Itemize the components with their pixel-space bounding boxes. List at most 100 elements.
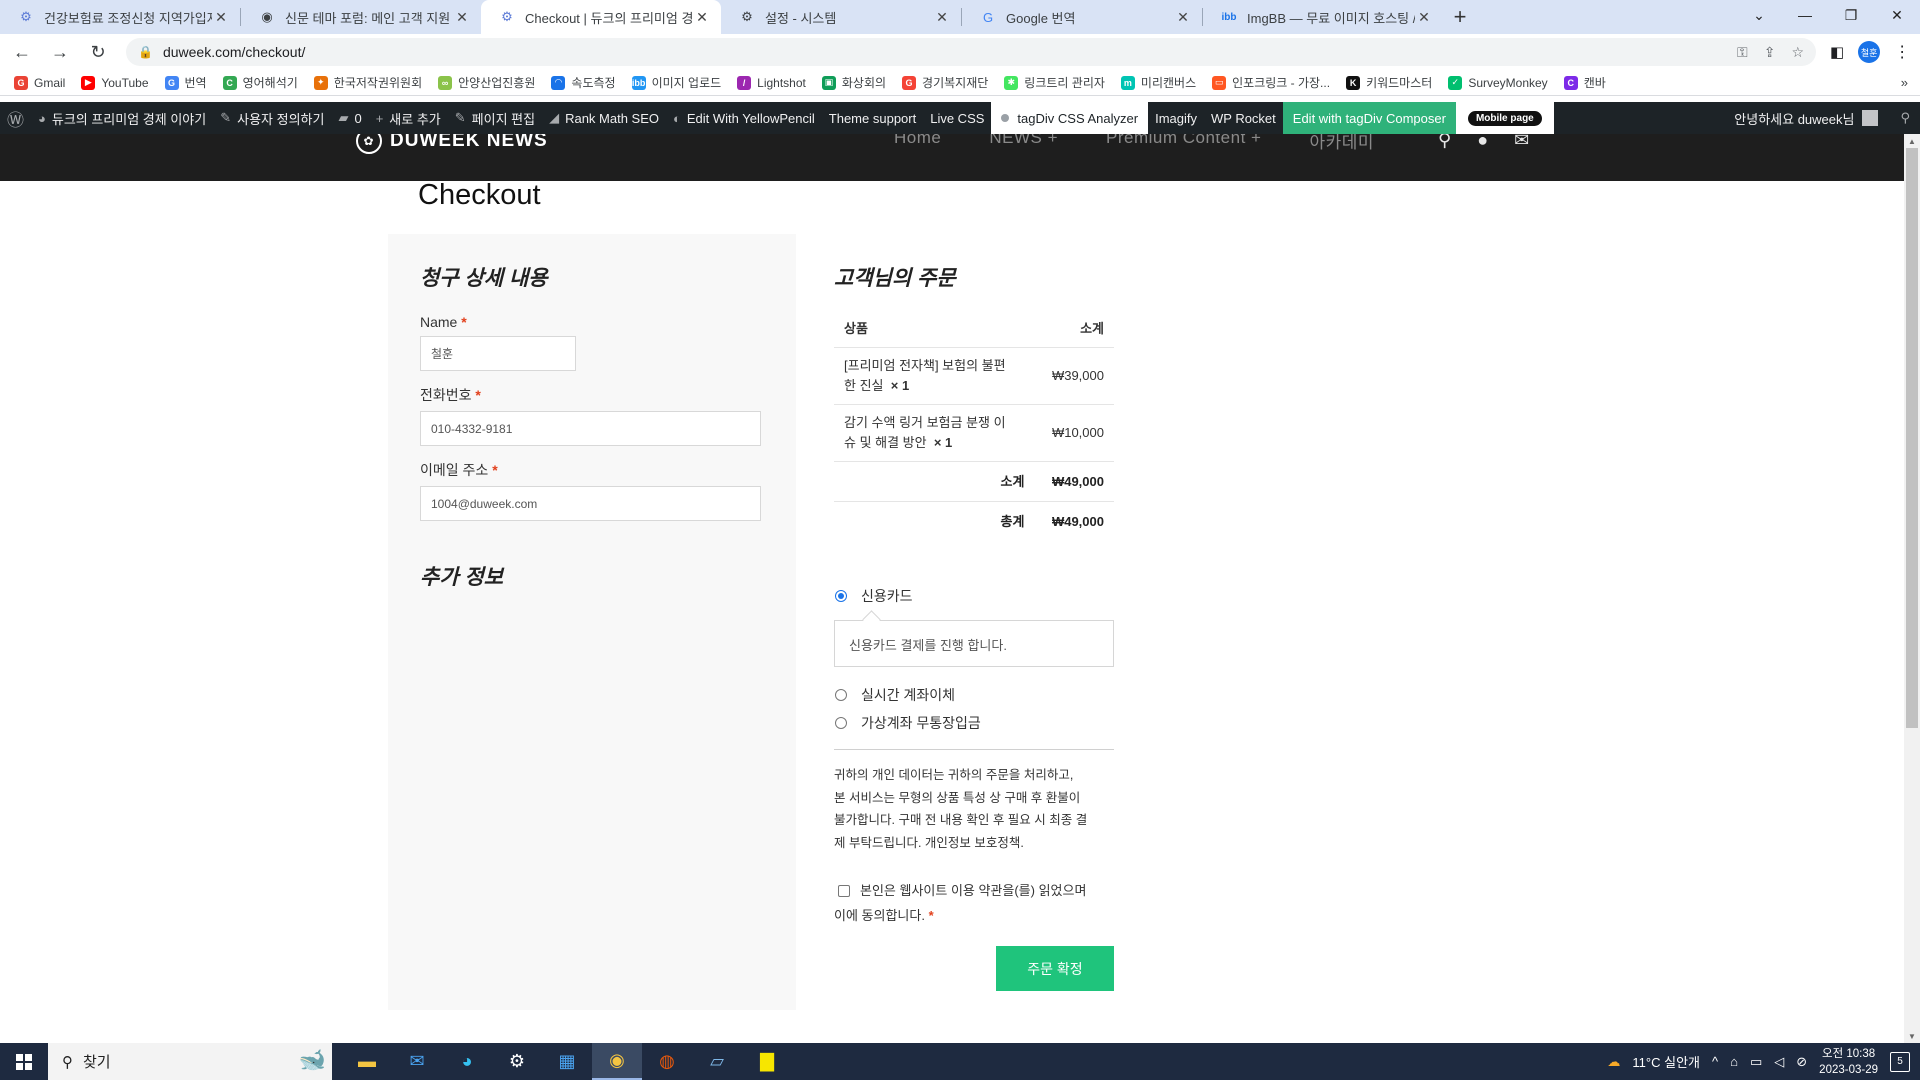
name-input[interactable] xyxy=(420,336,576,371)
admin-bar-item[interactable]: ◢ Rank Math SEO xyxy=(542,102,666,134)
radio-unselected[interactable] xyxy=(835,717,847,729)
clock[interactable]: 오전 10:38 2023-03-29 xyxy=(1819,1046,1878,1078)
reload-icon[interactable]: ↻ xyxy=(82,36,114,68)
chrome-icon[interactable]: ◉ xyxy=(592,1043,642,1080)
bookmark-item[interactable]: ✱ 링크트리 관리자 xyxy=(1004,74,1105,91)
close-icon[interactable]: ✕ xyxy=(212,9,230,26)
bookmark-item[interactable]: K 키워드마스터 xyxy=(1346,74,1432,91)
bookmark-item[interactable]: G 번역 xyxy=(164,74,207,91)
payment-option-transfer[interactable]: 실시간 계좌이체 xyxy=(834,683,1114,707)
kakaotalk-icon[interactable]: ▇ xyxy=(742,1043,792,1080)
browser-tab[interactable]: ⚙ 건강보험료 조정신청 지역가입자 ✕ xyxy=(0,0,240,34)
bookmark-item[interactable]: C 캔바 xyxy=(1563,74,1606,91)
terms-agreement[interactable]: 본인은 웹사이트 이용 약관을(를) 읽었으며 이에 동의합니다. * xyxy=(834,878,1114,928)
bookmark-item[interactable]: / Lightshot xyxy=(737,75,806,90)
close-icon[interactable]: ✕ xyxy=(933,9,951,26)
key-icon[interactable]: ⚿ xyxy=(1737,44,1748,61)
bookmark-item[interactable]: ibb 이미지 업로드 xyxy=(631,74,721,91)
forward-icon[interactable]: → xyxy=(44,36,76,68)
admin-bar-item[interactable]: Live CSS xyxy=(923,102,991,134)
close-icon[interactable]: ✕ xyxy=(1415,9,1433,26)
scroll-down-icon[interactable]: ▼ xyxy=(1904,1029,1920,1043)
bookmark-item[interactable]: ◠ 속도측정 xyxy=(551,74,616,91)
bookmark-item[interactable]: m 미리캔버스 xyxy=(1120,74,1196,91)
browser-tab[interactable]: G Google 번역 ✕ xyxy=(962,0,1202,34)
radio-selected[interactable] xyxy=(835,590,847,602)
close-icon[interactable]: ✕ xyxy=(693,9,711,26)
scroll-thumb[interactable] xyxy=(1906,148,1918,728)
scroll-up-icon[interactable]: ▲ xyxy=(1904,134,1920,148)
tagdiv-composer-button[interactable]: Edit with tagDiv Composer xyxy=(1282,102,1456,134)
url-text[interactable]: duweek.com/checkout/ xyxy=(163,44,1737,60)
bookmark-item[interactable]: ∞ 안양산업진흥원 xyxy=(438,74,535,91)
profile-avatar[interactable]: 철훈 xyxy=(1858,41,1881,63)
nav-premium-content[interactable]: Premium Content + xyxy=(1106,134,1261,153)
network-icon[interactable]: ⌂ xyxy=(1730,1054,1738,1069)
mail-icon[interactable]: ✉ xyxy=(1514,134,1529,151)
terms-checkbox[interactable] xyxy=(838,885,850,897)
close-icon[interactable]: ✕ xyxy=(1174,9,1192,26)
weather-text[interactable]: 11°C 실안개 xyxy=(1632,1052,1700,1071)
close-icon[interactable]: ✕ xyxy=(453,9,471,26)
notification-icon[interactable]: 5 xyxy=(1890,1051,1910,1072)
site-logo[interactable]: ✿ DUWEEK NEWS xyxy=(356,134,548,154)
user-icon[interactable]: ● xyxy=(1477,134,1488,151)
taskbar-search[interactable]: ⚲ 찾기 🐋 xyxy=(48,1043,332,1080)
tagdiv-css-analyzer[interactable]: tagDiv CSS Analyzer xyxy=(991,102,1149,134)
admin-bar-account[interactable]: 안녕하세요 duweek님 ⚲ xyxy=(1734,102,1910,134)
payment-option-vbank[interactable]: 가상계좌 무통장입금 xyxy=(834,711,1114,735)
search-icon[interactable]: ⚲ xyxy=(1900,110,1910,126)
browser-tab[interactable]: ◉ 신문 테마 포럼: 메인 고객 지원 ✕ xyxy=(241,0,481,34)
lock-icon[interactable]: 🔒 xyxy=(138,45,153,59)
wordpress-logo-icon[interactable]: Ⓦ xyxy=(0,102,31,134)
address-bar[interactable]: 🔒 duweek.com/checkout/ ⚿ ⇪ ☆ xyxy=(126,38,1816,66)
admin-bar-item[interactable]: ✎ 사용자 정의하기 xyxy=(213,102,331,134)
admin-bar-item[interactable]: ▰ 0 xyxy=(331,102,368,134)
browser-tab[interactable]: ibb ImgBB — 무료 이미지 호스팅 / ✕ xyxy=(1203,0,1443,34)
imagify-link[interactable]: Imagify xyxy=(1148,102,1204,134)
browser-tab-active[interactable]: ⚙ Checkout | 듀크의 프리미엄 경제 ✕ xyxy=(481,0,721,34)
mail-icon[interactable]: ✉ xyxy=(392,1043,442,1080)
battery-icon[interactable]: ▭ xyxy=(1750,1054,1762,1070)
restore-icon[interactable]: ❐ xyxy=(1828,0,1874,30)
app-icon[interactable]: ◍ xyxy=(642,1043,692,1080)
nav-home[interactable]: Home xyxy=(894,134,941,153)
bookmark-item[interactable]: ✦ 한국저작권위원회 xyxy=(313,74,422,91)
browser-tab[interactable]: ⚙ 설정 - 시스템 ✕ xyxy=(721,0,961,34)
tab-search-icon[interactable]: ⌄ xyxy=(1736,0,1782,30)
bookmark-item[interactable]: G Gmail xyxy=(14,75,65,90)
bookmark-item[interactable]: ▶ YouTube xyxy=(81,75,149,90)
bookmark-item[interactable]: G 경기복지재단 xyxy=(902,74,988,91)
notepad-icon[interactable]: ▱ xyxy=(692,1043,742,1080)
wp-rocket-link[interactable]: WP Rocket xyxy=(1204,102,1283,134)
search-icon[interactable]: ⚲ xyxy=(1438,134,1451,151)
minimize-icon[interactable]: — xyxy=(1782,0,1828,30)
bookmarks-more-icon[interactable]: » xyxy=(1901,75,1908,90)
new-tab-button[interactable]: + xyxy=(1443,0,1477,34)
chevron-up-icon[interactable]: ^ xyxy=(1712,1054,1718,1069)
phone-input[interactable] xyxy=(420,411,761,446)
nav-academy[interactable]: 아카데미 xyxy=(1309,134,1374,153)
ime-icon[interactable]: ⊘ xyxy=(1796,1054,1807,1070)
bookmark-item[interactable]: ▣ 화상회의 xyxy=(821,74,886,91)
star-icon[interactable]: ☆ xyxy=(1791,44,1804,61)
page-scrollbar[interactable]: ▲ ▼ xyxy=(1904,134,1920,1043)
bookmark-item[interactable]: ▭ 인포크링크 - 가장... xyxy=(1212,74,1330,91)
settings-icon[interactable]: ⚙ xyxy=(492,1043,542,1080)
menu-icon[interactable]: ⋮ xyxy=(1894,42,1910,62)
payment-option-card[interactable]: 신용카드 xyxy=(834,584,1114,608)
admin-bar-item[interactable]: ◐ Edit With YellowPencil xyxy=(666,102,822,134)
admin-bar-item[interactable]: Theme support xyxy=(822,102,923,134)
sidepanel-icon[interactable]: ◧ xyxy=(1830,43,1844,61)
admin-bar-item[interactable]: + 새로 추가 xyxy=(369,102,448,134)
back-icon[interactable]: ← xyxy=(6,36,38,68)
store-icon[interactable]: ▦ xyxy=(542,1043,592,1080)
mobile-page-button[interactable]: Mobile page xyxy=(1455,102,1554,134)
admin-bar-item[interactable]: ✎ 페이지 편집 xyxy=(448,102,542,134)
bookmark-item[interactable]: C 영어해석기 xyxy=(222,74,298,91)
start-button[interactable] xyxy=(0,1043,48,1080)
file-explorer-icon[interactable]: ▬ xyxy=(342,1043,392,1080)
email-input[interactable] xyxy=(420,486,761,521)
admin-bar-item[interactable]: ◕ 듀크의 프리미엄 경제 이야기 xyxy=(31,102,213,134)
volume-icon[interactable]: ◁ xyxy=(1774,1054,1784,1070)
